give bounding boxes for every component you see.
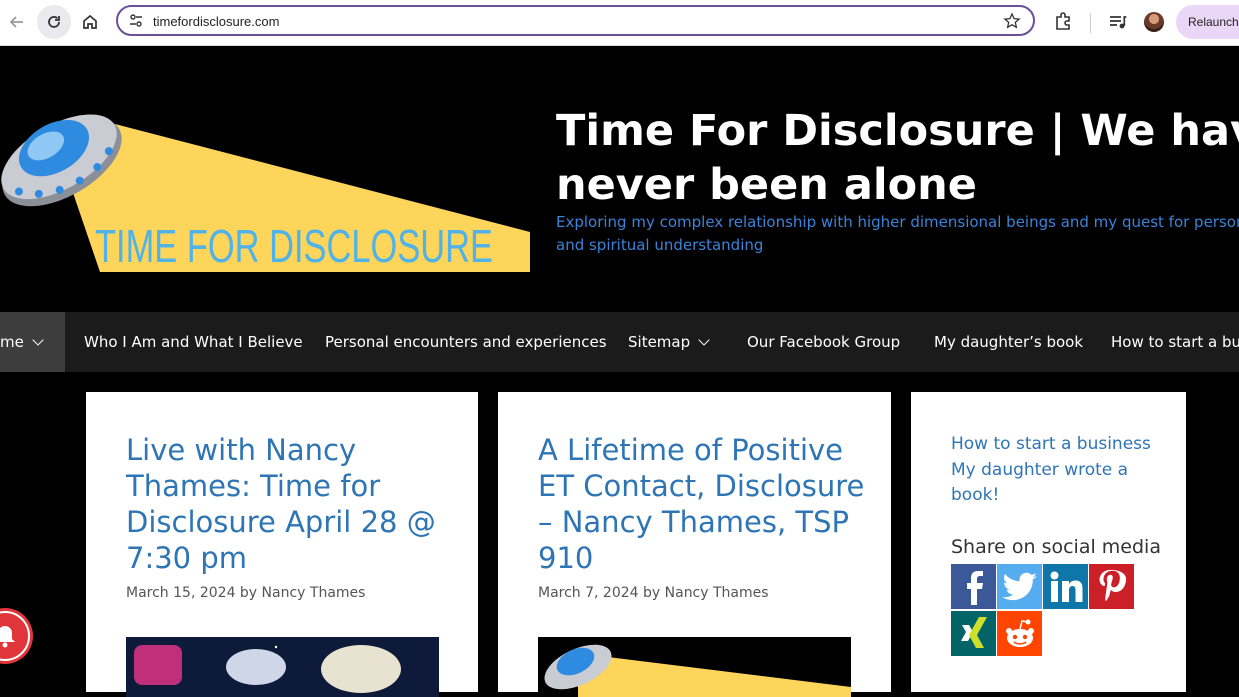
post-title-line: ET Contact, Disclosure <box>538 469 865 503</box>
nav-item-daughters-book[interactable]: My daughter’s book <box>934 312 1083 372</box>
relaunch-button[interactable]: Relaunch <box>1176 5 1239 39</box>
sidebar-link-daughter-book[interactable]: My daughter wrote a book! <box>951 458 1131 508</box>
site-title-line-2[interactable]: never been alone <box>556 158 1239 212</box>
share-xing-button[interactable] <box>951 611 996 656</box>
post-title-line: Thames: Time for <box>126 469 381 503</box>
facebook-icon <box>966 570 983 605</box>
site-tagline: Exploring my complex relationship with h… <box>556 211 1239 257</box>
main-navigation: me Who I Am and What I Believe Personal … <box>0 312 1239 372</box>
nav-item-personal-encounters[interactable]: Personal encounters and experiences <box>325 312 607 372</box>
site-title[interactable]: Time For Disclosure | We have never been… <box>556 104 1239 212</box>
home-icon <box>83 14 97 29</box>
chevron-down-icon <box>698 334 710 346</box>
nav-item-label: How to start a bus <box>1111 333 1239 351</box>
media-controls-icon[interactable] <box>1108 12 1128 32</box>
ufo-thumbnail-image <box>544 644 851 697</box>
nav-item-label: My daughter’s book <box>934 333 1084 351</box>
nav-item-label: Sitemap <box>628 333 691 351</box>
arrow-left-icon <box>9 16 23 28</box>
post-meta: March 7, 2024 by Nancy Thames <box>538 585 769 601</box>
logo-text: TIME FOR DISCLOSURE <box>95 220 493 272</box>
bell-icon <box>0 626 15 648</box>
back-button[interactable] <box>0 5 34 39</box>
reload-button[interactable] <box>37 5 71 39</box>
reload-icon <box>48 16 60 28</box>
post-thumbnail[interactable] <box>126 637 439 697</box>
post-title-link[interactable]: Live with Nancy Thames: Time for Disclos… <box>126 432 436 576</box>
share-pinterest-button[interactable] <box>1089 564 1134 609</box>
url-text: timefordisclosure.com <box>153 14 280 29</box>
browser-toolbar: timefordisclosure.com Relaunch <box>0 0 1239 46</box>
xing-icon <box>960 616 987 648</box>
site-title-line-1[interactable]: Time For Disclosure | We have <box>556 104 1239 158</box>
share-facebook-button[interactable] <box>951 564 996 609</box>
post-title-line: – Nancy Thames, TSP <box>538 505 849 539</box>
post-thumbnail[interactable] <box>538 637 851 697</box>
post-meta: March 15, 2024 by Nancy Thames <box>126 585 366 601</box>
tagline-line-1: Exploring my complex relationship with h… <box>556 213 1239 231</box>
linkedin-icon <box>1050 571 1082 602</box>
nav-item-label: Who I Am and What I Believe <box>84 333 303 351</box>
share-twitter-button[interactable] <box>997 564 1042 609</box>
home-button[interactable] <box>73 5 107 39</box>
twitter-bird-icon <box>1001 572 1037 600</box>
extensions-icon[interactable] <box>1054 11 1074 31</box>
share-linkedin-button[interactable] <box>1043 564 1088 609</box>
nav-item-sitemap[interactable]: Sitemap <box>628 312 710 372</box>
notification-bell-button[interactable] <box>0 611 30 661</box>
post-title-line: 7:30 pm <box>126 541 247 575</box>
post-title-line: 910 <box>538 541 594 575</box>
nav-item-label: Personal encounters and experiences <box>325 333 607 351</box>
post-card: A Lifetime of Positive ET Contact, Discl… <box>498 392 891 697</box>
nav-item-who-i-am[interactable]: Who I Am and What I Believe <box>84 312 303 372</box>
sidebar-widget: How to start a business My daughter wrot… <box>911 392 1186 692</box>
nav-item-facebook-group[interactable]: Our Facebook Group <box>747 312 900 372</box>
toolbar-divider <box>1090 13 1091 33</box>
nav-item-start-business[interactable]: How to start a bus <box>1111 312 1239 372</box>
reddit-alien-icon <box>1005 619 1034 647</box>
profile-avatar[interactable] <box>1144 12 1164 32</box>
address-bar[interactable]: timefordisclosure.com <box>116 5 1035 36</box>
site-settings-icon[interactable] <box>128 13 144 29</box>
site-logo[interactable]: TIME FOR DISCLOSURE <box>0 84 532 274</box>
ufo-logo-icon: TIME FOR DISCLOSURE <box>1 114 530 272</box>
share-reddit-button[interactable] <box>997 611 1042 656</box>
tagline-line-2: and spiritual understanding <box>556 236 764 254</box>
bookmark-star-icon[interactable] <box>1003 12 1021 30</box>
post-title-link[interactable]: A Lifetime of Positive ET Contact, Discl… <box>538 432 865 576</box>
post-title-line: Disclosure April 28 @ <box>126 505 436 539</box>
share-heading: Share on social media <box>951 536 1161 558</box>
nav-item-home[interactable]: me <box>0 312 65 372</box>
pinterest-icon <box>1099 569 1126 601</box>
sidebar-link-business[interactable]: How to start a business <box>951 432 1151 457</box>
post-title-line: Live with Nancy <box>126 433 357 467</box>
nav-item-label: Our Facebook Group <box>747 333 901 351</box>
post-title-line: A Lifetime of Positive <box>538 433 844 467</box>
nav-item-label: me <box>0 333 24 351</box>
live-thumbnail-image <box>126 637 439 697</box>
post-card: Live with Nancy Thames: Time for Disclos… <box>86 392 478 697</box>
chevron-down-icon <box>32 334 44 346</box>
